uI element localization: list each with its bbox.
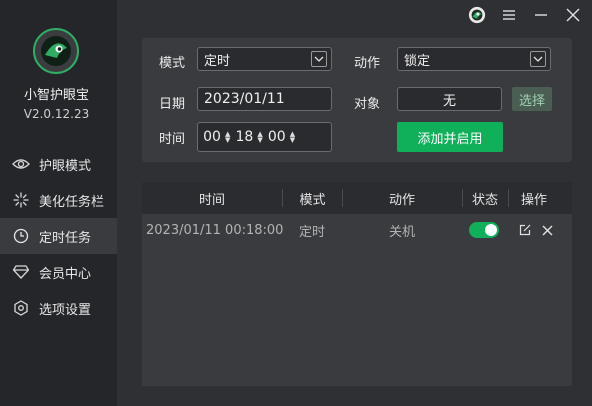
- table-header: 时间 模式 动作 状态 操作: [142, 182, 572, 214]
- table-row: 2023/01/11 00:18:00 定时 关机: [142, 214, 572, 246]
- select-target-button[interactable]: 选择: [512, 87, 552, 111]
- sidebar-item-settings[interactable]: 选项设置: [0, 290, 117, 326]
- toggle-knob: [485, 224, 497, 236]
- sidebar-item-scheduled-tasks[interactable]: 定时任务: [0, 218, 117, 254]
- sidebar-nav: 护眼模式 美化任务栏 定时任务 会员中心 选项设置: [0, 146, 117, 326]
- settings-icon: [12, 299, 30, 317]
- row-time: 2023/01/11 00:18:00: [146, 222, 284, 238]
- edit-icon[interactable]: [519, 214, 531, 246]
- mode-label: 模式: [159, 56, 186, 71]
- hour-spinner[interactable]: 00 ▲ ▼: [202, 129, 230, 145]
- diamond-icon: [12, 263, 30, 281]
- time-picker[interactable]: 00 ▲ ▼ 18 ▲ ▼ 00 ▲ ▼: [197, 122, 332, 152]
- spin-arrows-icon[interactable]: ▲ ▼: [225, 131, 230, 144]
- mode-value: 定时: [204, 53, 231, 69]
- date-label: 日期: [159, 97, 186, 112]
- minute-spinner[interactable]: 18 ▲ ▼: [234, 129, 262, 145]
- sidebar-item-label: 选项设置: [39, 302, 92, 318]
- app-name: 小智护眼宝: [23, 88, 89, 103]
- sidebar: 小智护眼宝 V2.0.12.23 护眼模式 美化任务栏 定时任务 会员中心 选项…: [0, 0, 117, 406]
- minimize-icon[interactable]: [532, 6, 550, 24]
- time-label: 时间: [159, 132, 186, 147]
- second-spinner[interactable]: 00 ▲ ▼: [267, 129, 295, 145]
- sidebar-item-beautify-taskbar[interactable]: 美化任务栏: [0, 182, 117, 218]
- sidebar-item-member-center[interactable]: 会员中心: [0, 254, 117, 290]
- delete-icon[interactable]: [542, 214, 553, 246]
- task-table: 时间 模式 动作 状态 操作 2023/01/11 00:18:00 定时 关机: [142, 182, 572, 386]
- add-and-enable-button[interactable]: 添加并启用: [397, 122, 503, 152]
- row-mode: 定时: [299, 224, 326, 240]
- sidebar-item-label: 会员中心: [39, 266, 92, 282]
- spin-arrows-icon[interactable]: ▲ ▼: [290, 131, 295, 144]
- clock-icon: [12, 227, 30, 245]
- date-value: 2023/01/11: [204, 91, 285, 107]
- column-header-action: 动作: [388, 192, 415, 208]
- action-label: 动作: [354, 56, 381, 71]
- mode-select[interactable]: 定时: [197, 47, 332, 71]
- avatar-icon[interactable]: [468, 6, 486, 24]
- task-form-panel: 模式 定时 动作 锁定 日期 2023/01/11 对象 无 选择 时间 00 …: [142, 38, 572, 162]
- column-header-time: 时间: [198, 192, 225, 208]
- menu-icon[interactable]: [500, 6, 518, 24]
- column-header-status: 状态: [471, 192, 498, 208]
- date-field[interactable]: 2023/01/11: [197, 87, 332, 111]
- minute-value: 18: [235, 129, 254, 145]
- sidebar-item-label: 护眼模式: [39, 158, 92, 174]
- window-controls: [468, 6, 582, 24]
- sidebar-item-label: 定时任务: [39, 230, 92, 246]
- target-value: 无: [442, 93, 456, 109]
- row-action: 关机: [389, 224, 416, 240]
- toggle-switch[interactable]: [469, 222, 499, 238]
- app-logo: [33, 28, 79, 74]
- chevron-down-icon: [311, 51, 327, 67]
- action-select[interactable]: 锁定: [397, 47, 551, 71]
- column-header-mode: 模式: [299, 192, 326, 208]
- close-icon[interactable]: [564, 6, 582, 24]
- status-toggle[interactable]: [469, 214, 499, 246]
- action-value: 锁定: [404, 53, 431, 69]
- hour-value: 00: [203, 129, 221, 145]
- second-value: 00: [267, 129, 286, 145]
- target-label: 对象: [354, 97, 381, 112]
- sidebar-item-eye-mode[interactable]: 护眼模式: [0, 146, 117, 182]
- sparkle-icon: [12, 191, 30, 209]
- column-header-operation: 操作: [520, 192, 547, 208]
- target-field[interactable]: 无: [397, 87, 502, 111]
- sidebar-item-label: 美化任务栏: [39, 194, 105, 210]
- chevron-down-icon: [530, 51, 546, 67]
- eye-icon: [12, 155, 30, 173]
- spin-arrows-icon[interactable]: ▲ ▼: [257, 131, 262, 144]
- app-version: V2.0.12.23: [23, 107, 90, 121]
